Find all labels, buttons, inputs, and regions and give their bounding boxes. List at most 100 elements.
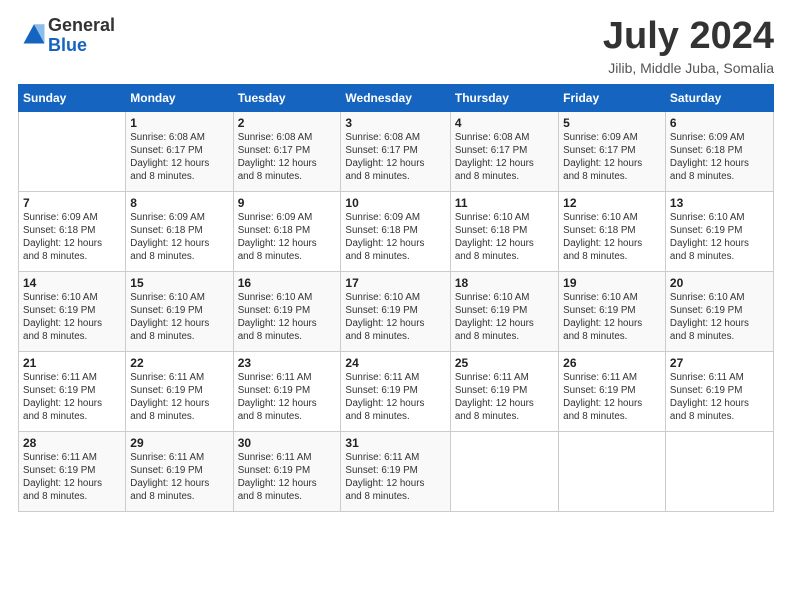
day-info: Sunrise: 6:09 AMSunset: 6:18 PMDaylight:… [238, 211, 337, 264]
day-header-friday: Friday [559, 84, 666, 111]
day-number: 9 [238, 196, 337, 210]
calendar-cell: 7Sunrise: 6:09 AMSunset: 6:18 PMDaylight… [19, 191, 126, 271]
logo-blue: Blue [48, 35, 87, 55]
calendar-cell: 6Sunrise: 6:09 AMSunset: 6:18 PMDaylight… [665, 111, 773, 191]
calendar-cell: 30Sunrise: 6:11 AMSunset: 6:19 PMDayligh… [233, 431, 341, 511]
day-number: 4 [455, 116, 554, 130]
header: General Blue July 2024 Jilib, Middle Jub… [18, 16, 774, 76]
calendar-cell: 17Sunrise: 6:10 AMSunset: 6:19 PMDayligh… [341, 271, 450, 351]
day-number: 6 [670, 116, 769, 130]
logo: General Blue [18, 16, 115, 56]
calendar-cell: 29Sunrise: 6:11 AMSunset: 6:19 PMDayligh… [126, 431, 233, 511]
day-info: Sunrise: 6:10 AMSunset: 6:19 PMDaylight:… [670, 291, 769, 344]
day-info: Sunrise: 6:08 AMSunset: 6:17 PMDaylight:… [345, 131, 445, 184]
day-number: 3 [345, 116, 445, 130]
day-header-monday: Monday [126, 84, 233, 111]
page: General Blue July 2024 Jilib, Middle Jub… [0, 0, 792, 612]
calendar-week-row: 7Sunrise: 6:09 AMSunset: 6:18 PMDaylight… [19, 191, 774, 271]
day-info: Sunrise: 6:11 AMSunset: 6:19 PMDaylight:… [345, 371, 445, 424]
day-header-thursday: Thursday [450, 84, 558, 111]
calendar-cell [665, 431, 773, 511]
day-header-tuesday: Tuesday [233, 84, 341, 111]
calendar-cell: 21Sunrise: 6:11 AMSunset: 6:19 PMDayligh… [19, 351, 126, 431]
title-block: July 2024 Jilib, Middle Juba, Somalia [603, 16, 774, 76]
calendar-cell: 31Sunrise: 6:11 AMSunset: 6:19 PMDayligh… [341, 431, 450, 511]
day-info: Sunrise: 6:10 AMSunset: 6:19 PMDaylight:… [563, 291, 661, 344]
calendar-cell: 11Sunrise: 6:10 AMSunset: 6:18 PMDayligh… [450, 191, 558, 271]
day-info: Sunrise: 6:09 AMSunset: 6:18 PMDaylight:… [23, 211, 121, 264]
day-number: 21 [23, 356, 121, 370]
calendar-cell: 5Sunrise: 6:09 AMSunset: 6:17 PMDaylight… [559, 111, 666, 191]
day-info: Sunrise: 6:11 AMSunset: 6:19 PMDaylight:… [23, 371, 121, 424]
calendar-cell: 14Sunrise: 6:10 AMSunset: 6:19 PMDayligh… [19, 271, 126, 351]
day-number: 14 [23, 276, 121, 290]
day-info: Sunrise: 6:11 AMSunset: 6:19 PMDaylight:… [455, 371, 554, 424]
day-number: 26 [563, 356, 661, 370]
day-info: Sunrise: 6:10 AMSunset: 6:19 PMDaylight:… [345, 291, 445, 344]
calendar-week-row: 1Sunrise: 6:08 AMSunset: 6:17 PMDaylight… [19, 111, 774, 191]
day-number: 1 [130, 116, 228, 130]
calendar-cell: 13Sunrise: 6:10 AMSunset: 6:19 PMDayligh… [665, 191, 773, 271]
calendar-header-row: SundayMondayTuesdayWednesdayThursdayFrid… [19, 84, 774, 111]
day-number: 28 [23, 436, 121, 450]
day-number: 8 [130, 196, 228, 210]
day-number: 22 [130, 356, 228, 370]
day-header-wednesday: Wednesday [341, 84, 450, 111]
calendar-cell: 8Sunrise: 6:09 AMSunset: 6:18 PMDaylight… [126, 191, 233, 271]
calendar-cell: 16Sunrise: 6:10 AMSunset: 6:19 PMDayligh… [233, 271, 341, 351]
day-info: Sunrise: 6:09 AMSunset: 6:17 PMDaylight:… [563, 131, 661, 184]
day-number: 12 [563, 196, 661, 210]
day-number: 27 [670, 356, 769, 370]
day-info: Sunrise: 6:11 AMSunset: 6:19 PMDaylight:… [238, 371, 337, 424]
calendar-cell: 10Sunrise: 6:09 AMSunset: 6:18 PMDayligh… [341, 191, 450, 271]
day-info: Sunrise: 6:11 AMSunset: 6:19 PMDaylight:… [670, 371, 769, 424]
logo-text: General Blue [48, 16, 115, 56]
day-info: Sunrise: 6:10 AMSunset: 6:18 PMDaylight:… [455, 211, 554, 264]
day-number: 24 [345, 356, 445, 370]
day-number: 29 [130, 436, 228, 450]
day-header-saturday: Saturday [665, 84, 773, 111]
calendar-cell [450, 431, 558, 511]
day-number: 17 [345, 276, 445, 290]
day-info: Sunrise: 6:08 AMSunset: 6:17 PMDaylight:… [130, 131, 228, 184]
location: Jilib, Middle Juba, Somalia [603, 60, 774, 76]
calendar-cell: 18Sunrise: 6:10 AMSunset: 6:19 PMDayligh… [450, 271, 558, 351]
calendar-cell: 4Sunrise: 6:08 AMSunset: 6:17 PMDaylight… [450, 111, 558, 191]
day-number: 25 [455, 356, 554, 370]
day-number: 16 [238, 276, 337, 290]
day-number: 31 [345, 436, 445, 450]
day-number: 20 [670, 276, 769, 290]
day-number: 11 [455, 196, 554, 210]
calendar-cell: 19Sunrise: 6:10 AMSunset: 6:19 PMDayligh… [559, 271, 666, 351]
day-number: 23 [238, 356, 337, 370]
calendar: SundayMondayTuesdayWednesdayThursdayFrid… [18, 84, 774, 512]
day-info: Sunrise: 6:09 AMSunset: 6:18 PMDaylight:… [130, 211, 228, 264]
calendar-cell: 23Sunrise: 6:11 AMSunset: 6:19 PMDayligh… [233, 351, 341, 431]
day-number: 19 [563, 276, 661, 290]
day-info: Sunrise: 6:10 AMSunset: 6:19 PMDaylight:… [238, 291, 337, 344]
calendar-week-row: 28 Sunrise: 6:11 AMSunset: 6:19 PMDayligh… [19, 431, 774, 511]
calendar-cell: 20Sunrise: 6:10 AMSunset: 6:19 PMDayligh… [665, 271, 773, 351]
calendar-cell: 28Sunrise: 6:11 AMSunset: 6:19 PMDayligh… [19, 431, 126, 511]
calendar-cell: 24Sunrise: 6:11 AMSunset: 6:19 PMDayligh… [341, 351, 450, 431]
calendar-cell: 3Sunrise: 6:08 AMSunset: 6:17 PMDaylight… [341, 111, 450, 191]
day-number: 30 [238, 436, 337, 450]
day-info: Sunrise: 6:08 AMSunset: 6:17 PMDaylight:… [455, 131, 554, 184]
day-number: 5 [563, 116, 661, 130]
calendar-cell: 22Sunrise: 6:11 AMSunset: 6:19 PMDayligh… [126, 351, 233, 431]
calendar-cell: 27Sunrise: 6:11 AMSunset: 6:19 PMDayligh… [665, 351, 773, 431]
day-info: Sunrise: 6:10 AMSunset: 6:19 PMDaylight:… [455, 291, 554, 344]
logo-icon [20, 19, 48, 47]
day-info: Sunrise: 6:11 AMSunset: 6:19 PMDaylight:… [130, 371, 228, 424]
calendar-cell: 1Sunrise: 6:08 AMSunset: 6:17 PMDaylight… [126, 111, 233, 191]
day-header-sunday: Sunday [19, 84, 126, 111]
day-number: 10 [345, 196, 445, 210]
day-info: Sunrise: 6:08 AMSunset: 6:17 PMDaylight:… [238, 131, 337, 184]
day-number: 2 [238, 116, 337, 130]
month-title: July 2024 [603, 16, 774, 58]
calendar-cell [559, 431, 666, 511]
calendar-cell: 15Sunrise: 6:10 AMSunset: 6:19 PMDayligh… [126, 271, 233, 351]
day-info: Sunrise: 6:11 AMSunset: 6:19 PMDaylight:… [130, 451, 228, 504]
day-info: Sunrise: 6:10 AMSunset: 6:19 PMDaylight:… [130, 291, 228, 344]
day-info: Sunrise: 6:09 AMSunset: 6:18 PMDaylight:… [670, 131, 769, 184]
